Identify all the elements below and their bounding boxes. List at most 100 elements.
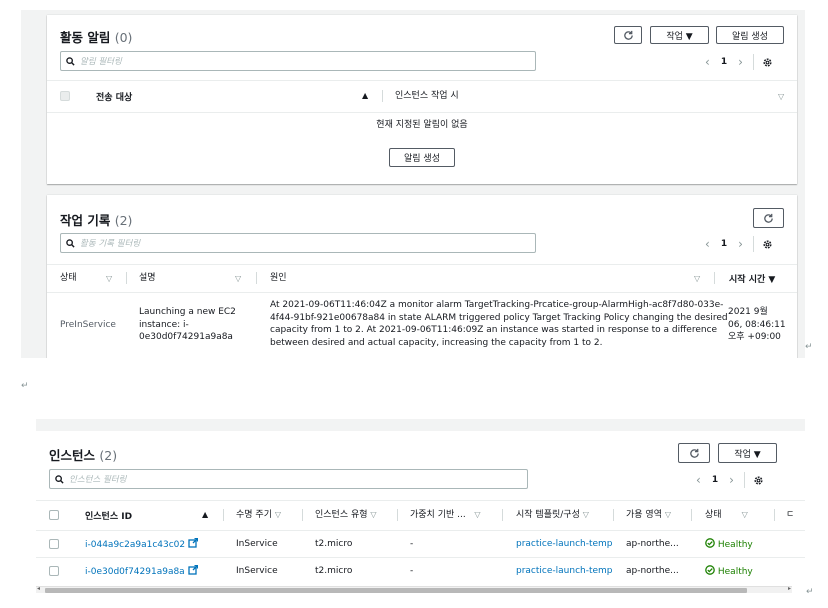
instances-title: 인스턴스 (2) <box>49 448 118 463</box>
history-row-status: PreInService <box>60 320 116 330</box>
pager-divider <box>752 236 754 252</box>
col-target-header[interactable]: 전송 대상 <box>96 90 132 103</box>
column-divider <box>223 509 224 521</box>
column-divider <box>691 509 692 521</box>
instances-refresh-button[interactable] <box>678 443 710 463</box>
availability-zone-cell: ap-northe... <box>626 539 679 549</box>
page-number[interactable]: 1 <box>721 239 727 249</box>
history-row-desc: Launching a new EC2 instance: i- 0e30d0f74… <box>139 307 236 342</box>
instance-id-link[interactable]: i-0e30d0f74291a9a8a <box>85 564 198 579</box>
history-search-input[interactable]: 활동 기록 필터링 <box>60 233 536 253</box>
create-alarm-button[interactable]: 알림 생성 <box>716 26 784 44</box>
activity-alarms-panel: 활동 알림 (0) 작업 ▼ 알림 생성 알림 필터링 ‹ 1 › 전송 대상 … <box>47 15 797 184</box>
launch-template-link[interactable]: practice-launch-templa <box>516 565 613 578</box>
sort-desc-icon[interactable]: ▽ <box>694 274 700 283</box>
instances-panel: 인스턴스 (2) 작업 ▼ 인스턴스 필터링 ‹ 1 › 인스턴스 ID ▲ 수… <box>36 431 805 596</box>
col-cause-header[interactable]: 원인 <box>270 272 287 285</box>
page-number[interactable]: 1 <box>712 475 718 485</box>
refresh-icon <box>623 30 633 40</box>
return-mark: ↵ <box>21 381 29 391</box>
search-icon <box>55 474 64 484</box>
divider <box>36 557 805 558</box>
col-template-header[interactable]: 시작 템플릿/구성 ▽ <box>516 509 589 522</box>
divider <box>47 80 797 81</box>
activity-history-panel: 작업 기록 (2) 활동 기록 필터링 ‹ 1 › 상태 ▽ 설명 ▽ 원인 ▽… <box>47 195 797 365</box>
capture-crop-edge <box>0 358 828 418</box>
instances-actions-button[interactable]: 작업 ▼ <box>718 443 777 463</box>
next-page-icon[interactable]: › <box>729 473 734 487</box>
divider <box>36 500 805 501</box>
search-icon <box>66 238 75 248</box>
column-divider <box>502 509 503 521</box>
empty-state-text: 현재 지정된 알림이 없음 <box>376 120 468 130</box>
col-start-header[interactable]: 시작 시간 ▼ <box>729 272 775 285</box>
lifecycle-cell: InService <box>236 566 278 576</box>
sort-desc-icon[interactable]: ▽ <box>778 92 784 101</box>
col-desc-header[interactable]: 설명 <box>139 272 156 285</box>
row-checkbox[interactable] <box>49 539 59 549</box>
col-status-header[interactable]: 상태 <box>60 272 77 285</box>
column-divider <box>774 509 775 521</box>
sort-asc-icon[interactable]: ▲ <box>362 91 368 100</box>
divider <box>47 112 797 113</box>
pager-divider <box>752 54 754 70</box>
history-refresh-button[interactable] <box>753 208 784 228</box>
health-status: Healthy <box>705 565 753 579</box>
select-all-checkbox[interactable] <box>49 510 59 520</box>
select-all-checkbox <box>60 91 70 101</box>
alarms-search-input[interactable]: 알림 필터링 <box>60 51 536 71</box>
col-instance-id-header[interactable]: 인스턴스 ID <box>85 509 132 522</box>
gear-icon[interactable] <box>762 239 773 250</box>
prev-page-icon[interactable]: ‹ <box>705 55 710 69</box>
instance-type-cell: t2.micro <box>315 539 353 549</box>
col-weight-header[interactable]: 가중치 기반 ... ▽ <box>410 509 480 522</box>
instances-search-placeholder: 인스턴스 필터링 <box>69 475 127 485</box>
col-type-header[interactable]: 인스턴스 유형 ▽ <box>315 509 377 522</box>
alarms-actions-button[interactable]: 작업 ▼ <box>650 26 709 44</box>
gear-icon[interactable] <box>753 475 764 486</box>
column-divider <box>302 509 303 521</box>
column-divider <box>126 272 127 284</box>
sort-desc-icon[interactable]: ▽ <box>235 274 241 283</box>
scrollbar-thumb[interactable] <box>45 588 747 593</box>
col-truncated-header[interactable]: ㄷ <box>786 509 794 522</box>
refresh-icon <box>689 448 699 458</box>
row-checkbox[interactable] <box>49 566 59 576</box>
scroll-left-arrow-icon[interactable]: ◂ <box>37 585 40 592</box>
return-mark: ↵ <box>805 342 813 352</box>
history-row-cause: At 2021-09-06T11:46:04Z a monitor alarm … <box>270 300 728 348</box>
alarms-search-placeholder: 알림 필터링 <box>80 57 122 67</box>
col-lifecycle-header[interactable]: 수명 주기 ▽ <box>236 509 281 522</box>
sort-asc-icon[interactable]: ▲ <box>202 510 208 519</box>
external-link-icon <box>188 537 199 548</box>
horizontal-scrollbar[interactable]: ◂ ▸ <box>36 585 792 593</box>
sort-desc-icon[interactable]: ▽ <box>106 274 112 283</box>
instance-id-link[interactable]: i-044a9c2a9a1c43c02 <box>85 537 199 552</box>
next-page-icon[interactable]: › <box>738 237 743 251</box>
check-circle-icon <box>705 538 715 548</box>
search-icon <box>66 56 75 66</box>
col-az-header[interactable]: 가용 영역 ▽ <box>626 509 671 522</box>
instances-search-input[interactable]: 인스턴스 필터링 <box>49 469 528 489</box>
prev-page-icon[interactable]: ‹ <box>696 473 701 487</box>
page-number[interactable]: 1 <box>721 57 727 67</box>
divider <box>47 264 797 265</box>
launch-template-link[interactable]: practice-launch-templa <box>516 538 613 551</box>
col-when-header[interactable]: 인스턴스 작업 시 <box>395 90 459 103</box>
prev-page-icon[interactable]: ‹ <box>705 237 710 251</box>
refresh-icon <box>764 213 773 223</box>
return-mark: ↵ <box>806 587 814 597</box>
alarms-refresh-button[interactable] <box>614 26 642 44</box>
gear-icon[interactable] <box>762 57 773 68</box>
column-divider <box>397 509 398 521</box>
next-page-icon[interactable]: › <box>738 55 743 69</box>
history-pagination: ‹ 1 › <box>705 236 773 252</box>
instances-pagination: ‹ 1 › <box>696 472 764 488</box>
external-link-icon <box>187 564 198 575</box>
alarms-pagination: ‹ 1 › <box>705 54 773 70</box>
column-divider <box>256 272 257 284</box>
weight-cell: - <box>410 566 414 576</box>
scroll-right-arrow-icon[interactable]: ▸ <box>788 585 791 592</box>
empty-create-alarm-button[interactable]: 알림 생성 <box>389 148 455 167</box>
col-health-header[interactable]: 상태 ▽ <box>705 509 748 522</box>
